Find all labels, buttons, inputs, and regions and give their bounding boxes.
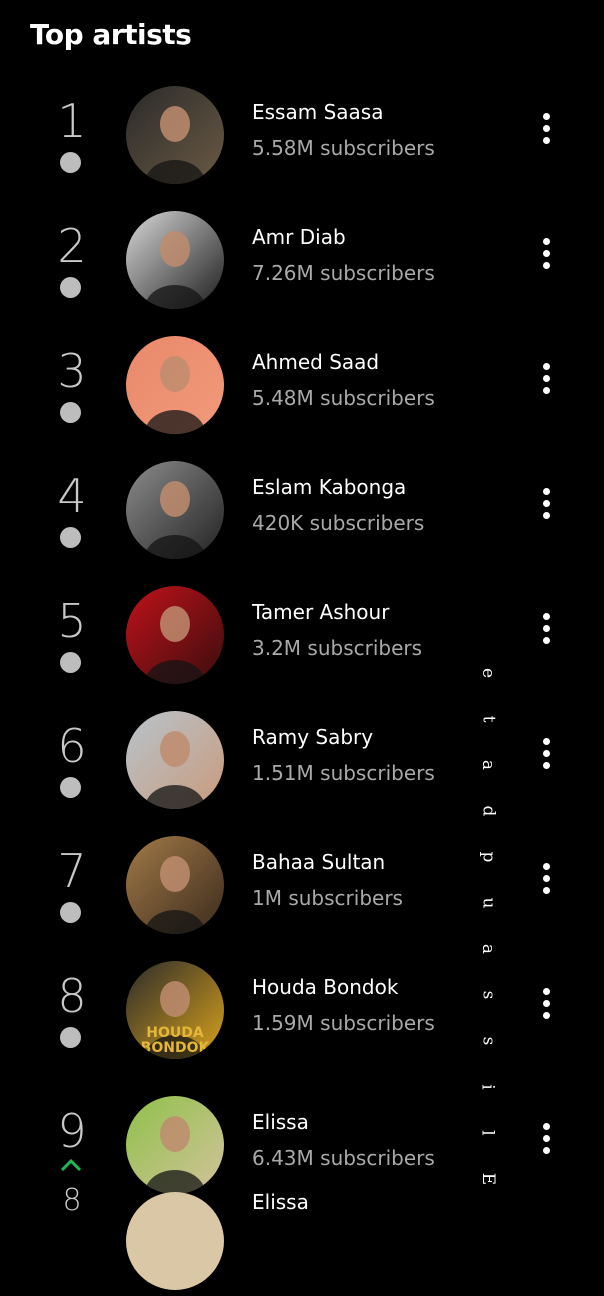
watermark-letter: p [477, 851, 498, 863]
artist-avatar[interactable] [126, 211, 224, 309]
artist-row[interactable]: 4 Eslam Kabonga 420K subscribers [0, 455, 604, 565]
artist-row-partial[interactable]: 8 Elissa [0, 1186, 604, 1296]
artist-name[interactable]: Essam Saasa [252, 100, 383, 124]
artist-row[interactable]: 7 Bahaa Sultan 1M subscribers [0, 830, 604, 940]
artist-name[interactable]: Elissa [252, 1110, 309, 1134]
watermark-letter: d [477, 805, 498, 817]
subscriber-count: 1M subscribers [252, 886, 403, 910]
rank-number: 8 [62, 1183, 82, 1218]
artist-avatar[interactable] [126, 336, 224, 434]
dot-icon [60, 152, 81, 173]
more-vert-icon[interactable] [530, 229, 562, 277]
rank-number: 8 [57, 969, 87, 1023]
artist-avatar[interactable] [126, 1192, 224, 1290]
artist-name[interactable]: Eslam Kabonga [252, 475, 406, 499]
artist-row[interactable]: 9 Elissa 6.43M subscribers [0, 1090, 604, 1200]
artist-row[interactable]: 1 Essam Saasa 5.58M subscribers [0, 80, 604, 190]
artist-name[interactable]: Bahaa Sultan [252, 850, 385, 874]
watermark-letter: E [477, 1172, 498, 1186]
dot-icon [60, 1027, 81, 1048]
subscriber-count: 6.43M subscribers [252, 1146, 435, 1170]
artist-name[interactable]: Ahmed Saad [252, 350, 379, 374]
artist-avatar[interactable] [126, 461, 224, 559]
dot-icon [60, 902, 81, 923]
artist-name[interactable]: Houda Bondok [252, 975, 398, 999]
artist-row[interactable]: 5 Tamer Ashour 3.2M subscribers [0, 580, 604, 690]
dot-icon [60, 527, 81, 548]
rank-number: 5 [57, 594, 87, 648]
more-vert-icon[interactable] [530, 104, 562, 152]
more-vert-icon[interactable] [530, 604, 562, 652]
subscriber-count: 5.48M subscribers [252, 386, 435, 410]
watermark-letter: s [477, 1036, 498, 1046]
rank-number: 2 [57, 219, 87, 273]
dot-icon [60, 652, 81, 673]
watermark-letter: u [477, 897, 498, 909]
watermark-letter: a [477, 943, 498, 955]
watermark-letter: s [477, 990, 498, 1000]
rank-number: 4 [57, 469, 87, 523]
more-vert-icon[interactable] [530, 1114, 562, 1162]
more-vert-icon[interactable] [530, 854, 562, 902]
artist-list: 1 Essam Saasa 5.58M subscribers 2 Amr Diab 7.… [0, 0, 604, 1290]
subscriber-count: 5.58M subscribers [252, 136, 435, 160]
dot-icon [60, 777, 81, 798]
artist-avatar[interactable] [126, 836, 224, 934]
rank-number: 1 [57, 94, 87, 148]
watermark-letter: i [478, 1084, 498, 1090]
watermark-letter: a [477, 759, 498, 771]
artist-avatar[interactable] [126, 1096, 224, 1194]
watermark-letter: t [478, 715, 498, 723]
more-vert-icon[interactable] [530, 979, 562, 1027]
rank-number: 9 [57, 1104, 87, 1158]
rank-number: 3 [57, 344, 87, 398]
svg-text:BONDOK: BONDOK [141, 1040, 211, 1056]
dot-icon [60, 277, 81, 298]
artist-row[interactable]: 3 Ahmed Saad 5.48M subscribers [0, 330, 604, 440]
subscriber-count: 1.51M subscribers [252, 761, 435, 785]
artist-row[interactable]: 2 Amr Diab 7.26M subscribers [0, 205, 604, 315]
watermark-letter: l [478, 1130, 498, 1136]
rank-number: 7 [57, 844, 87, 898]
subscriber-count: 3.2M subscribers [252, 636, 423, 660]
artist-name[interactable]: Amr Diab [252, 225, 346, 249]
more-vert-icon[interactable] [530, 479, 562, 527]
artist-name[interactable]: Elissa [252, 1190, 309, 1214]
artist-avatar[interactable] [126, 86, 224, 184]
more-vert-icon[interactable] [530, 354, 562, 402]
rank-number: 6 [57, 719, 87, 773]
watermark: e t a d p u a s s i l E [476, 650, 500, 1202]
svg-text:HOUDA: HOUDA [146, 1025, 204, 1041]
artist-avatar[interactable] [126, 586, 224, 684]
artist-row[interactable]: 8 HOUDA BONDOK Houda Bondok 1.59M subscriber… [0, 955, 604, 1065]
artist-row[interactable]: 6 Ramy Sabry 1.51M subscribers [0, 705, 604, 815]
subscriber-count: 420K subscribers [252, 511, 425, 535]
artist-name[interactable]: Ramy Sabry [252, 725, 373, 749]
dot-icon [60, 402, 81, 423]
artist-name[interactable]: Tamer Ashour [252, 600, 389, 624]
more-vert-icon[interactable] [530, 729, 562, 777]
subscriber-count: 7.26M subscribers [252, 261, 435, 285]
artist-avatar[interactable] [126, 711, 224, 809]
artist-avatar[interactable]: HOUDA BONDOK [126, 961, 224, 1059]
subscriber-count: 1.59M subscribers [252, 1011, 435, 1035]
watermark-letter: e [478, 667, 498, 679]
chevron-up-icon [60, 1158, 82, 1172]
